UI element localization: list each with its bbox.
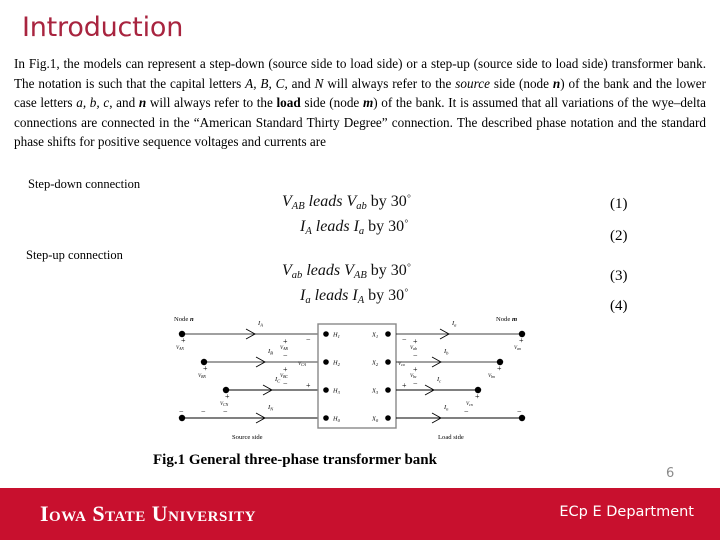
voltage-Vbn-label: Vbn [488, 374, 495, 379]
body-run: side (node [300, 95, 363, 111]
iowa-state-university-logo: Iowa State University [40, 501, 256, 526]
svg-text:+: + [181, 336, 186, 345]
equation-4: Ia leads IA by 30° [300, 287, 408, 306]
svg-text:+: + [402, 381, 407, 390]
body-run: A, B, C, [245, 75, 288, 91]
slide: Introduction In Fig.1, the models can re… [0, 0, 720, 540]
source-node-label: Node n [174, 316, 194, 323]
svg-text:−: − [306, 335, 311, 344]
department-label: ECp E Department [559, 504, 694, 520]
body-emphasis: m [362, 95, 374, 111]
voltage-VBN-label: VBN [198, 374, 206, 379]
svg-text:−: − [402, 335, 407, 344]
svg-text:−: − [413, 351, 418, 360]
equation-2: IA leads Ia by 30° [300, 218, 408, 237]
svg-text:+: + [306, 381, 311, 390]
body-run: , and [109, 95, 139, 111]
svg-text:−: − [464, 407, 469, 416]
current-In-label: In [443, 404, 449, 412]
polarity-signs-load: − + − + − + + + + − − [402, 335, 524, 416]
body-run: side (node [489, 75, 553, 91]
equation-3: Vab leads VAB by 30° [282, 262, 411, 281]
body-run: will always refer to the [323, 75, 456, 91]
footer-bar: Iowa State University ECp E Department [0, 488, 720, 540]
voltage-Van-label: Van [514, 346, 521, 351]
svg-text:−: − [517, 407, 522, 416]
equation-number-1: (1) [610, 196, 628, 212]
equation-1-text: VAB leads Vab by 30° [282, 193, 411, 212]
load-node-label: Node m [496, 316, 517, 323]
svg-text:−: − [201, 407, 206, 416]
source-side-label: Source side [232, 434, 263, 441]
body-run: source [455, 75, 490, 91]
equation-number-3: (3) [610, 268, 628, 284]
svg-text:−: − [413, 379, 418, 388]
svg-text:+: + [203, 364, 208, 373]
equation-number-4: (4) [610, 298, 628, 314]
body-run: and [287, 75, 315, 91]
equation-number-2: (2) [610, 228, 628, 244]
transformer-box [317, 323, 397, 429]
current-Ic-label: Ic [436, 376, 441, 384]
body-run: will always refer to the [146, 95, 277, 111]
voltage-VCA-label: VCA [298, 362, 307, 367]
equation-2-text: IA leads Ia by 30° [300, 218, 409, 237]
svg-text:+: + [519, 336, 524, 345]
current-IA-label: IA [257, 320, 263, 328]
current-IB-label: IB [267, 348, 273, 356]
svg-text:−: − [223, 407, 228, 416]
svg-text:+: + [283, 337, 288, 346]
svg-text:+: + [413, 365, 418, 374]
body-run: a, b, c [76, 95, 110, 111]
equation-4-text: Ia leads IA by 30° [300, 287, 409, 306]
svg-text:−: − [283, 379, 288, 388]
svg-text:−: − [179, 407, 184, 416]
body-paragraph: In Fig.1, the models can represent a ste… [14, 54, 706, 152]
equation-1: VAB leads Vab by 30° [282, 193, 411, 212]
svg-text:+: + [497, 364, 502, 373]
page-number: 6 [666, 466, 675, 481]
transformer-bank-figure: H1 H2 H3 H0 X1 X2 X3 X0 IA IB IC IN Ia I… [170, 312, 570, 452]
body-run: load [276, 95, 301, 111]
voltage-VAN-label: VAN [176, 346, 184, 351]
equation-3-text: Vab leads VAB by 30° [282, 262, 411, 281]
load-side-label: Load side [438, 434, 464, 441]
figure-caption: Fig.1 General three-phase transformer ba… [0, 452, 720, 469]
svg-text:−: − [283, 351, 288, 360]
current-Ib-label: Ib [443, 348, 449, 356]
current-IN-label: IN [267, 404, 274, 412]
step-down-connection-label: Step-down connection [28, 177, 141, 191]
figure-caption-text: Fig.1 General three-phase transformer ba… [153, 452, 437, 468]
step-up-connection-label: Step-up connection [26, 248, 123, 262]
voltage-Vca-label: Vca [398, 362, 405, 367]
page-title: Introduction [22, 12, 184, 43]
svg-text:+: + [225, 392, 230, 401]
svg-text:+: + [283, 365, 288, 374]
svg-text:+: + [413, 337, 418, 346]
svg-text:+: + [475, 392, 480, 401]
current-Ia-label: Ia [451, 320, 457, 328]
